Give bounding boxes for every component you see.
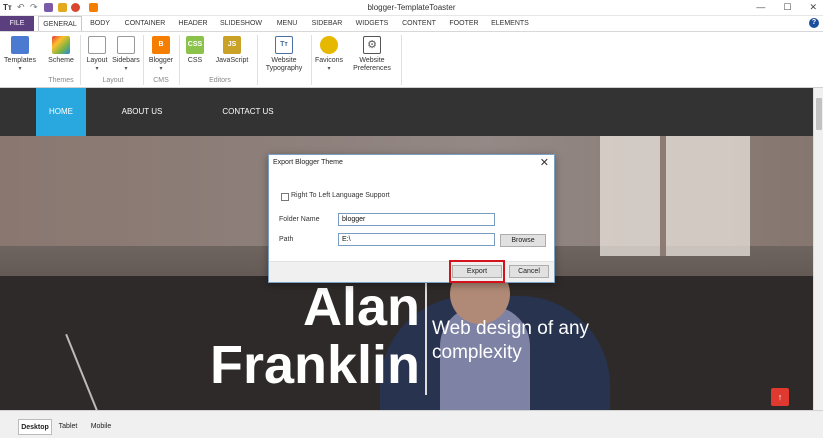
browse-button[interactable]: Browse [500, 234, 546, 247]
scheme-icon [52, 36, 70, 54]
nav-contact-us[interactable]: CONTACT US [212, 88, 284, 136]
tab-widgets[interactable]: WIDGETS [352, 16, 392, 31]
window-title: blogger-TemplateToaster [367, 3, 456, 12]
website-preferences-label: Website [359, 57, 385, 64]
tab-content[interactable]: CONTENT [398, 16, 440, 31]
status-bar: Desktop Tablet Mobile [0, 410, 823, 438]
javascript-icon: JS [223, 36, 241, 54]
hero-name-first: Alan [302, 277, 420, 337]
chevron-down-icon: ▾ [124, 66, 128, 72]
hero-tagline: Web design of any complexity [432, 318, 590, 363]
css-icon: CSS [186, 36, 204, 54]
export-button[interactable]: Export [452, 265, 502, 278]
chevron-down-icon: ▾ [327, 66, 331, 72]
scheme-label: Scheme [48, 57, 74, 64]
templates-button[interactable]: Templates ▾ [3, 36, 37, 73]
close-icon[interactable]: ✕ [540, 156, 549, 169]
view-mobile[interactable]: Mobile [86, 419, 116, 435]
ribbon-group-themes: Themes [48, 77, 74, 84]
dialog-title: Export Blogger Theme [273, 159, 343, 166]
tab-header[interactable]: HEADER [174, 16, 212, 31]
sidebars-label: Sidebars [112, 57, 140, 64]
website-typography-button[interactable]: Tт Website Typography [262, 36, 306, 73]
ribbon-separator [179, 35, 180, 85]
maximize-icon[interactable]: ☐ [783, 2, 791, 13]
blogger-button[interactable]: B Blogger ▾ [146, 36, 176, 73]
gear-icon: ⚙ [363, 36, 381, 54]
tab-footer[interactable]: FOOTER [446, 16, 482, 31]
back-to-top-button[interactable]: ↑ [771, 388, 789, 406]
menu-bar: FILE GENERAL BODY CONTAINER HEADER SLIDE… [0, 16, 823, 31]
scheme-button[interactable]: Scheme [46, 36, 76, 65]
hero-window [600, 136, 750, 256]
ribbon-separator [143, 35, 144, 85]
site-nav: HOME ABOUT US CONTACT US [0, 88, 813, 136]
tab-container[interactable]: CONTAINER [120, 16, 170, 31]
scrollbar-thumb[interactable] [816, 98, 822, 130]
path-input[interactable]: E:\ [338, 233, 495, 246]
blogger-label: Blogger [148, 57, 174, 64]
view-desktop[interactable]: Desktop [18, 419, 52, 435]
chevron-down-icon: ▾ [18, 66, 22, 72]
javascript-button[interactable]: JS JavaScript [213, 36, 251, 65]
chevron-down-icon: ▾ [159, 66, 163, 72]
export-blogger-theme-dialog: Export Blogger Theme ✕ Right To Left Lan… [268, 154, 555, 283]
nav-about-us[interactable]: ABOUT US [112, 88, 172, 136]
blogger-icon: B [152, 36, 170, 54]
folder-name-label: Folder Name [279, 216, 320, 223]
website-preferences-label-2: Preferences [353, 65, 391, 72]
ribbon-group-editors: Editors [209, 77, 231, 84]
tab-body[interactable]: BODY [86, 16, 114, 31]
favicons-label: Favicons [314, 57, 343, 64]
css-button[interactable]: CSS CSS [183, 36, 207, 65]
templates-label: Templates [4, 57, 36, 64]
hero-name-last: Franklin [209, 335, 420, 395]
ribbon: Templates ▾ Scheme Layout ▾ Sidebars ▾ B… [0, 31, 823, 88]
layout-label: Layout [86, 57, 108, 64]
ribbon-group-cms: CMS [153, 77, 169, 84]
website-preferences-button[interactable]: ⚙ Website Preferences [350, 36, 394, 73]
hero-name: Alan Franklin [180, 278, 420, 394]
tab-sidebar[interactable]: SIDEBAR [308, 16, 346, 31]
help-icon[interactable]: ? [809, 18, 819, 28]
favicons-button[interactable]: Favicons ▾ [313, 36, 345, 73]
folder-name-input[interactable]: blogger [338, 213, 495, 226]
layout-icon [88, 36, 106, 54]
cancel-button[interactable]: Cancel [509, 265, 549, 278]
sidebars-button[interactable]: Sidebars ▾ [111, 36, 141, 73]
vertical-scrollbar[interactable] [813, 88, 823, 410]
tab-menu[interactable]: MENU [272, 16, 302, 31]
hero-divider [425, 283, 427, 395]
layout-button[interactable]: Layout ▾ [85, 36, 109, 73]
chevron-down-icon: ▾ [95, 66, 99, 72]
templates-icon [11, 36, 29, 54]
typography-icon: Tт [275, 36, 293, 54]
ribbon-separator [311, 35, 312, 85]
ribbon-separator [80, 35, 81, 85]
tab-slideshow[interactable]: SLIDESHOW [216, 16, 266, 31]
rtl-checkbox[interactable] [281, 193, 289, 201]
favicons-icon [320, 36, 338, 54]
ribbon-group-layout: Layout [102, 77, 124, 84]
hero-window-frame [660, 136, 666, 256]
minimize-icon[interactable]: — [756, 2, 765, 13]
website-typography-label-2: Typography [265, 65, 303, 72]
css-label: CSS [187, 57, 203, 64]
nav-home[interactable]: HOME [36, 88, 86, 136]
view-tablet[interactable]: Tablet [54, 419, 82, 435]
javascript-label: JavaScript [215, 57, 249, 64]
close-window-icon[interactable]: ✕ [809, 2, 817, 13]
website-typography-label: Website [271, 57, 297, 64]
tab-elements[interactable]: ELEMENTS [488, 16, 532, 31]
tab-general[interactable]: GENERAL [38, 16, 82, 31]
path-label: Path [279, 236, 294, 243]
title-bar: Tт ↶ ↷ blogger-TemplateToaster — ☐ ✕ [0, 0, 823, 16]
ribbon-separator [257, 35, 258, 85]
ribbon-separator [401, 35, 402, 85]
tab-file[interactable]: FILE [0, 16, 34, 31]
sidebars-icon [117, 36, 135, 54]
rtl-checkbox-label: Right To Left Language Support [291, 192, 390, 199]
